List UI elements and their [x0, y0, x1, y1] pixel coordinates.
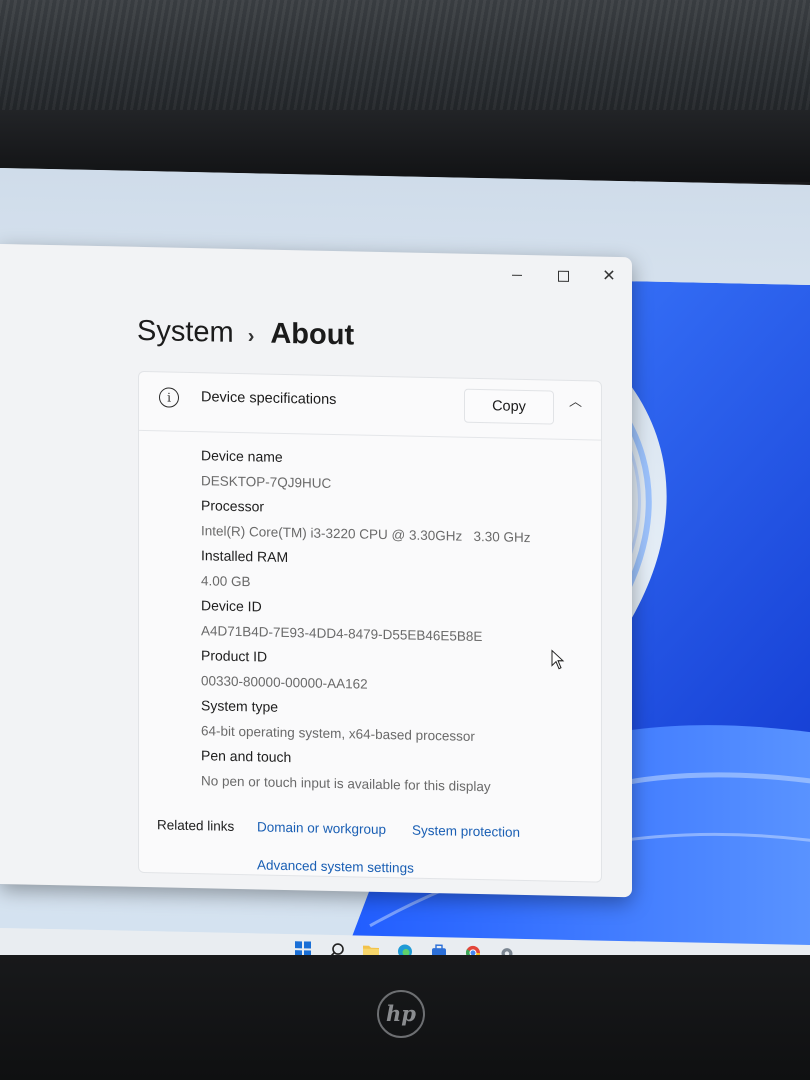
spec-list: Device name DESKTOP-7QJ9HUC Processor In…	[201, 443, 531, 800]
close-button[interactable]: ✕	[586, 256, 632, 297]
hp-logo: hp	[377, 990, 425, 1038]
spec-row-processor: Processor Intel(R) Core(TM) i3-3220 CPU …	[201, 493, 531, 550]
breadcrumb-separator: ›	[247, 325, 255, 348]
maximize-icon	[557, 270, 569, 282]
window-controls: ✕	[494, 254, 632, 297]
breadcrumb: System › About	[137, 315, 354, 353]
system-protection-link[interactable]: System protection	[412, 823, 520, 840]
maximize-button[interactable]	[540, 255, 586, 296]
screen: ✕ System › About i Device specifications…	[0, 168, 810, 975]
device-specifications-card: i Device specifications Copy ︿ Device na…	[138, 370, 602, 883]
breadcrumb-system[interactable]: System	[137, 315, 234, 350]
info-icon: i	[159, 387, 179, 408]
close-icon: ✕	[602, 267, 616, 285]
related-links-label: Related links	[157, 817, 235, 834]
minimize-icon	[512, 274, 522, 276]
copy-button[interactable]: Copy	[464, 388, 554, 425]
spec-row-system-type: System type 64-bit operating system, x64…	[201, 693, 531, 750]
spec-row-device-name: Device name DESKTOP-7QJ9HUC	[201, 443, 531, 500]
advanced-system-settings-link[interactable]: Advanced system settings	[257, 857, 414, 875]
minimize-button[interactable]	[494, 254, 540, 295]
spec-row-installed-ram: Installed RAM 4.00 GB	[201, 543, 531, 600]
device-specifications-header[interactable]: i Device specifications Copy ︿	[139, 371, 601, 441]
spec-row-pen-and-touch: Pen and touch No pen or touch input is a…	[201, 743, 531, 800]
page-title: About	[270, 317, 355, 352]
spec-row-device-id: Device ID A4D71B4D-7E93-4DD4-8479-D55EB4…	[201, 593, 531, 650]
mouse-cursor	[551, 649, 565, 670]
domain-or-workgroup-link[interactable]: Domain or workgroup	[257, 819, 386, 837]
chevron-up-icon[interactable]: ︿	[569, 394, 583, 409]
device-specifications-title: Device specifications	[201, 389, 337, 409]
settings-window: ✕ System › About i Device specifications…	[0, 244, 632, 898]
spec-row-product-id: Product ID 00330-80000-00000-AA162	[201, 643, 531, 700]
